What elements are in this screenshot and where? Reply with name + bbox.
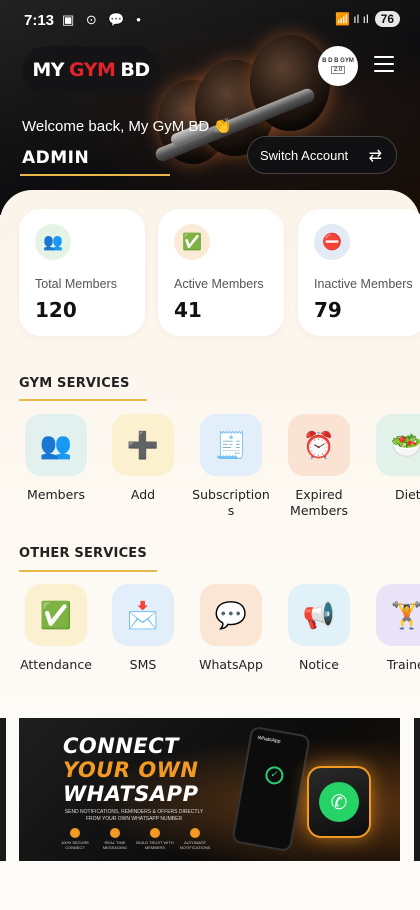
- chat-bubble-icon: 💬: [200, 584, 262, 646]
- banner-feature-label: REAL TIME MESSAGING: [102, 840, 128, 850]
- shield-icon: [70, 828, 80, 838]
- banner-feature: AUTOMATE NOTIFICATIONS: [175, 828, 215, 850]
- plus-icon: ➕: [112, 414, 174, 476]
- carousel-next-peek: [414, 718, 420, 861]
- role-label: ADMIN: [22, 148, 90, 168]
- weightlifter-icon: 🏋️: [376, 584, 420, 646]
- service-label-line2: Members: [290, 503, 348, 518]
- stat-card-total-members[interactable]: 👥 Total Members 120: [19, 209, 145, 336]
- gym-services-underline: [19, 399, 147, 401]
- other-services-title: OTHER SERVICES: [19, 546, 147, 561]
- check-icon: ✅: [174, 224, 210, 260]
- banner-feature-label: 100% SECURE CONNECT: [60, 840, 89, 850]
- gym-services-title: GYM SERVICES: [19, 376, 130, 391]
- switch-account-button[interactable]: Switch Account ⇄: [247, 136, 397, 174]
- service-diet[interactable]: 🥗 Diet: [364, 414, 420, 503]
- app-logo: MY GYM BD: [22, 46, 160, 94]
- service-subscriptions[interactable]: 🧾 Subscription s: [189, 414, 273, 519]
- service-label: Attendance: [20, 657, 92, 672]
- service-add[interactable]: ➕ Add: [101, 414, 185, 503]
- service-whatsapp[interactable]: 💬 WhatsApp: [189, 584, 273, 673]
- phone-header-text: WhatsApp: [257, 734, 281, 745]
- service-notice[interactable]: 📢 Notice: [277, 584, 361, 673]
- switch-account-label: Switch Account: [260, 147, 349, 163]
- banner-line2: YOUR OWN: [63, 758, 199, 782]
- promo-banner-whatsapp[interactable]: CONNECT YOUR OWN WHATSAPP SEND NOTIFICAT…: [19, 718, 400, 861]
- clock-icon: [110, 828, 120, 838]
- service-label: Notice: [299, 657, 339, 672]
- banner-feature: 100% SECURE CONNECT: [55, 828, 95, 850]
- role-underline: [20, 174, 170, 176]
- hamburger-menu-icon[interactable]: [374, 56, 394, 74]
- stat-card-active-members[interactable]: ✅ Active Members 41: [158, 209, 284, 336]
- battery-icon: 76: [374, 11, 400, 27]
- members-icon: 👥: [25, 414, 87, 476]
- stat-label: Total Members: [35, 277, 117, 291]
- service-members[interactable]: 👥 Members: [14, 414, 98, 503]
- service-label: Subscription s: [189, 487, 273, 519]
- envelope-icon: 📩: [112, 584, 174, 646]
- service-label: Members: [27, 487, 85, 502]
- people-icon: [150, 828, 160, 838]
- stat-label: Active Members: [174, 277, 264, 291]
- status-right: 📶 ıl ıl 76: [335, 11, 400, 27]
- notification-icons: ▣ ⊙ 💬 •: [62, 12, 145, 27]
- no-entry-icon: ⛔: [314, 224, 350, 260]
- banner-line3: WHATSAPP: [63, 782, 199, 806]
- signal-icon: 📶 ıl ıl: [335, 12, 369, 26]
- other-services-underline: [19, 570, 157, 572]
- service-label: Expired Members: [277, 487, 361, 519]
- receipt-icon: 🧾: [200, 414, 262, 476]
- members-icon: 👥: [35, 224, 71, 260]
- service-label: Add: [130, 487, 156, 502]
- banner-feature-label: BUILD TRUST WITH MEMBERS: [136, 840, 174, 850]
- status-time: 7:13: [24, 12, 55, 29]
- stat-label: Inactive Members: [314, 277, 413, 291]
- checkbox-icon: ✅: [25, 584, 87, 646]
- banner-subtitle: SEND NOTIFICATIONS, REMINDERS & OFFERS D…: [64, 809, 204, 822]
- service-trainer[interactable]: 🏋️ Traine: [364, 584, 420, 673]
- logo-text-my: MY: [32, 59, 65, 81]
- avatar-version: 2.0: [330, 65, 346, 75]
- service-expired-members[interactable]: ⏰ Expired Members: [277, 414, 361, 519]
- carousel-prev-peek: [0, 718, 6, 861]
- stat-value: 79: [314, 298, 342, 322]
- header-hero: 7:13 ▣ ⊙ 💬 • 📶 ıl ıl 76 MY GYM BD B D B …: [0, 0, 420, 215]
- phone-mockup: WhatsApp ✓: [231, 725, 311, 853]
- salad-icon: 🥗: [376, 414, 420, 476]
- check-circle-icon: ✓: [263, 764, 285, 786]
- service-label: Traine: [387, 657, 420, 672]
- gear-icon: [190, 828, 200, 838]
- service-label-line2: s: [227, 503, 235, 518]
- service-attendance[interactable]: ✅ Attendance: [14, 584, 98, 673]
- alarm-clock-icon: ⏰: [288, 414, 350, 476]
- service-label: Diet: [395, 487, 420, 502]
- whatsapp-icon: ✆: [319, 782, 359, 822]
- stat-value: 120: [35, 298, 77, 322]
- whatsapp-3d-logo: ✆: [307, 766, 371, 838]
- stat-card-inactive-members[interactable]: ⛔ Inactive Members 79: [298, 209, 420, 336]
- service-label: WhatsApp: [199, 657, 263, 672]
- status-bar: 7:13 ▣ ⊙ 💬 • 📶 ıl ıl 76: [0, 0, 420, 40]
- banner-line1: CONNECT: [63, 734, 179, 758]
- banner-feature: REAL TIME MESSAGING: [95, 828, 135, 850]
- service-label-line1: Subscription: [192, 487, 270, 502]
- service-label-line1: Expired: [295, 487, 343, 502]
- swap-arrows-icon: ⇄: [368, 148, 382, 165]
- stat-value: 41: [174, 298, 202, 322]
- welcome-text: Welcome back, My GyM BD 👏: [22, 118, 233, 135]
- logo-text-bd: BD: [120, 59, 150, 81]
- avatar-text: B D B GYM: [322, 57, 354, 64]
- logo-text-gym: GYM: [69, 59, 116, 81]
- service-sms[interactable]: 📩 SMS: [101, 584, 185, 673]
- service-label: SMS: [129, 657, 157, 672]
- profile-avatar[interactable]: B D B GYM 2.0: [318, 46, 358, 86]
- megaphone-icon: 📢: [288, 584, 350, 646]
- banner-feature: BUILD TRUST WITH MEMBERS: [135, 828, 175, 850]
- banner-feature-label: AUTOMATE NOTIFICATIONS: [179, 840, 211, 850]
